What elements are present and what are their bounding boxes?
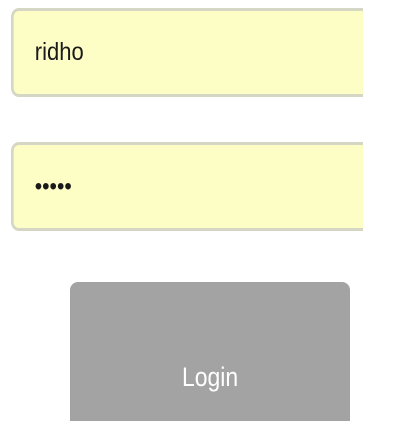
password-input[interactable] <box>11 142 363 231</box>
login-button-label: Login <box>181 362 239 392</box>
login-form: Login <box>0 0 399 421</box>
login-button[interactable]: Login <box>70 282 350 421</box>
username-input[interactable] <box>11 8 363 97</box>
